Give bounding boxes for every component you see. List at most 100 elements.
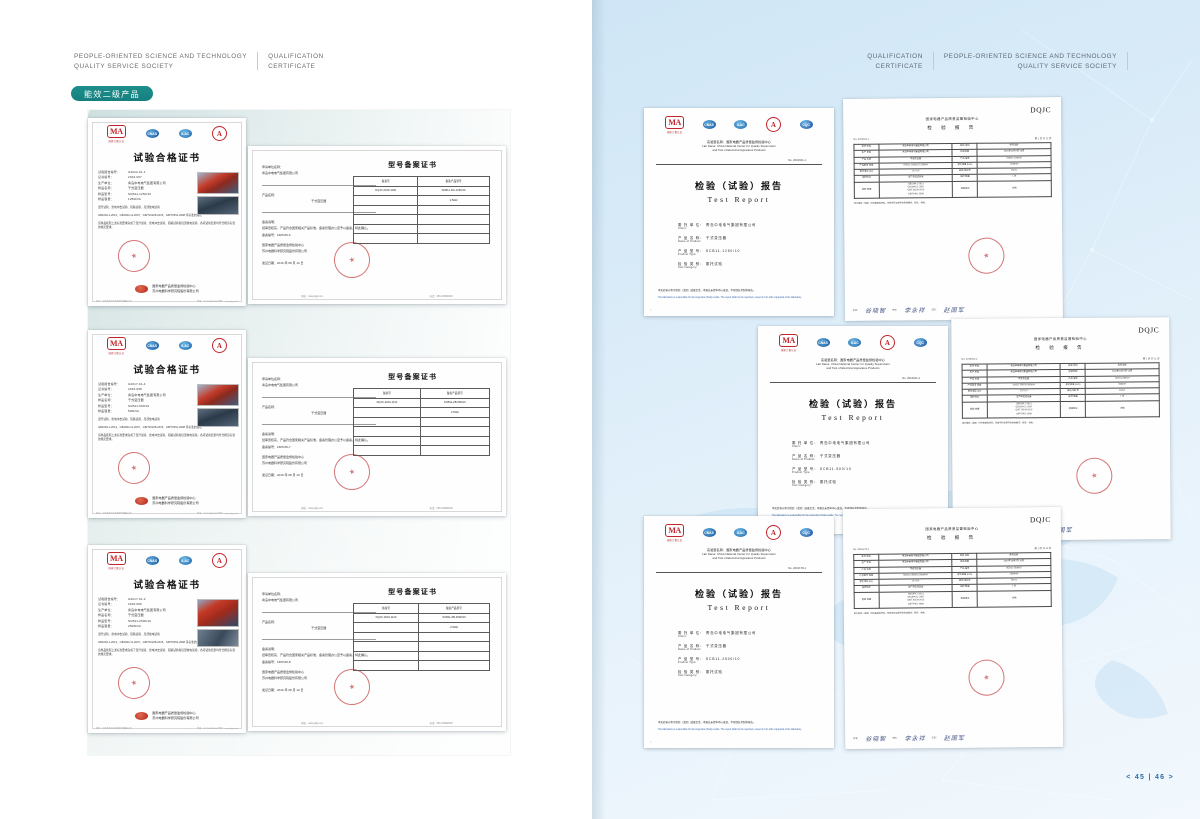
test-report-card[interactable]: MA 国家计量认证 CNAS ILAC A CQC 实验室名称：国家电器产品质量… — [644, 108, 834, 316]
registration-card[interactable]: 申请单位名称： 青岛中电电气集团有限公司 产品名称： 干式变压器 备案说明： 经… — [248, 573, 506, 731]
dqjc-logo: DQJC — [1138, 325, 1160, 335]
report-fields: 委 托 单 位： 青岛中电电气集团有限公司 Client: 产 品 名 称： 干式… — [758, 440, 948, 487]
table-row: DQJC-2016-1110 SCB11-ZB-500/10 — [353, 397, 491, 408]
cqc-globe-logo: CQC — [799, 528, 813, 538]
signature-reviewer: 李永祥 — [904, 736, 926, 743]
lab-name-en-2: and Test of Electrical Apparatus Product… — [712, 557, 766, 561]
report-no: No. 2016041-2 — [961, 357, 978, 361]
cqc-globe-logo: CQC — [799, 120, 813, 130]
report-title: 检验（试验）报告 Test Report — [694, 180, 783, 204]
table-row — [353, 416, 491, 427]
signature-approver: 谷晓智 — [865, 736, 887, 743]
table-row — [353, 223, 490, 234]
header-divider — [257, 52, 259, 70]
inspection-table: 委托 单位 青岛中电电气集团有限公司 检验 类别 委托试验 生产 单位 青岛中电电气集团… — [853, 142, 1052, 199]
brand-line-2: QUALITY SERVICE SOCIETY — [74, 63, 174, 71]
product-photo-front — [197, 598, 239, 627]
product-photos — [197, 383, 239, 429]
report-number: No. 2016178-1 — [656, 567, 822, 573]
header-divider — [932, 52, 934, 70]
report-fields: 委 托 单 位： 青岛中电电气集团有限公司 Client: 产 品 名 称： 干式… — [644, 222, 834, 269]
section-line-2: CERTIFICATE — [875, 63, 923, 71]
cnas-logo: CNAS — [816, 338, 830, 348]
report-fields: 委 托 单 位： 青岛中电电气集团有限公司 Client: 产 品 名 称： 干式… — [644, 630, 834, 677]
certificate-card[interactable]: MA 国家计量认证 CNAS ILAC A 试验合格证书 试验报告编号： G201… — [88, 545, 246, 733]
section-line-2: CERTIFICATE — [268, 63, 316, 71]
certificate-contact: 地址：江苏省苏州市高新区竹园路28号 电话：0512-68090000 网址：w… — [96, 301, 238, 303]
lab-name-en-2: and Test of Electrical Apparatus Product… — [712, 149, 766, 153]
table-row — [353, 650, 491, 661]
issuer-text: 国家电器产品质量监督检验中心 苏州电器科学研究院股份有限公司 — [152, 284, 199, 294]
right-page: QUALIFICATION CERTIFICATE PEOPLE-ORIENTE… — [592, 0, 1200, 819]
right-page-header: QUALIFICATION CERTIFICATE PEOPLE-ORIENTE… — [867, 52, 1138, 73]
page-count: 第 1 页 共 11 页 — [1142, 357, 1160, 361]
test-report-card[interactable]: MA 国家计量认证 CNAS ILAC A CQC 实验室名称：国家电器产品质量… — [644, 516, 834, 748]
registration-footer: 网址：www.jsjky.com 电话：0512-68090000 — [301, 723, 453, 725]
section-text: QUALIFICATION CERTIFICATE — [867, 52, 923, 73]
table-row: 检验 依据 GB1094.1-2013 GB1094.11-2007 GB/T10… — [962, 400, 1160, 419]
lab-name-block: 实验室名称：国家电器产品质量监督检验中心 Lab Name: China Nat… — [644, 140, 834, 154]
table-row: DQJC-2016-1120 SCB11-ZB-2500/10 — [353, 612, 491, 623]
section-line-1: QUALIFICATION — [867, 53, 923, 60]
table-row — [353, 631, 491, 642]
category-badge: 能效二级产品 — [71, 86, 153, 101]
report-page-mark: ① — [650, 310, 652, 312]
section-line-1: QUALIFICATION — [268, 53, 324, 60]
inspection-note: 本次检验（试验）所列各检验项目，所检项目全部符合标准要求，结论：合格。 — [961, 422, 1035, 425]
ilac-logo: ILAC — [848, 338, 862, 348]
inspection-data-sheet[interactable]: DQJC 国家电器产品质量监督检验中心 检 验 报 告 No. 2016041-… — [843, 97, 1063, 321]
report-number: No. 2016041-1 — [656, 159, 822, 165]
registration-table: 备案号 备案产品型号 DQJC-2016-1110 SCB11-ZB-500/10… — [353, 388, 491, 456]
signature-row: 批准： 谷晓智 审核： 李永祥 主检： 赵国军 — [853, 304, 1055, 315]
certification-logos: MA 国家计量认证 CNAS ILAC A CQC — [644, 108, 834, 138]
signature-inspector: 赵国军 — [943, 735, 965, 743]
certificate-contact: 地址：江苏省苏州市高新区竹园路28号 电话：0512-68090000 网址：w… — [96, 728, 238, 730]
table-header-row: 备案号 备案产品型号 — [353, 176, 490, 187]
product-photo-front — [197, 383, 239, 406]
ccc-logo: A — [879, 335, 895, 351]
table-row: 2.5ΩΩ — [353, 407, 491, 418]
registration-card[interactable]: 申请单位名称： 青岛中电电气集团有限公司 产品名称： 干式变压器 备案说明： 经… — [248, 146, 506, 304]
data-sheet-heading: 国家电器产品质量监督检验中心 检 验 报 告 — [925, 526, 979, 541]
report-page-mark: ① — [650, 742, 652, 744]
inspection-data-sheet[interactable]: DQJC 国家电器产品质量监督检验中心 检 验 报 告 No. 2016178-… — [842, 506, 1064, 750]
certificate-card[interactable]: MA 国家计量认证 CNAS ILAC A 试验合格证书 试验报告编号： G202… — [88, 118, 246, 306]
registration-footer: 网址：www.jsjky.com 电话：0512-68090000 — [301, 296, 453, 298]
report-field: 委 托 单 位： 青岛中电电气集团有限公司 Client: — [792, 440, 871, 448]
report-field: 产 品 名 称： 干式变压器 Name of Product: — [792, 453, 841, 461]
left-page: PEOPLE-ORIENTED SCIENCE AND TECHNOLOGY Q… — [0, 0, 592, 819]
dqjc-logo: DQJC — [1029, 514, 1051, 525]
table-row — [353, 435, 491, 446]
product-photos — [197, 171, 239, 217]
product-photo-detail — [197, 195, 239, 215]
cqc-globe-logo: CQC — [913, 338, 927, 348]
product-photo-detail — [197, 628, 239, 647]
section-text: QUALIFICATION CERTIFICATE — [268, 52, 324, 73]
inspection-table: 委托 单位 青岛中电电气集团有限公司 检验 类别 委托试验 生产 单位 青岛中电电气集团… — [962, 362, 1160, 419]
table-row — [353, 426, 491, 437]
data-sheet-heading: 国家电器产品质量监督检验中心 检 验 报 告 — [925, 116, 979, 131]
issuer-emblem — [135, 497, 149, 506]
table-header-row: 备案号 备案产品型号 — [353, 388, 491, 399]
certificate-card[interactable]: MA 国家计量认证 CNAS ILAC A 试验合格证书 试验报告编号： G201… — [88, 330, 246, 518]
registration-card[interactable]: 申请单位名称： 青岛中电电气集团有限公司 产品名称： 干式变压器 备案说明： 经… — [248, 358, 506, 516]
registration-table: 备案号 备案产品型号 DQJC-2016-1100 SCB11-NG-1250/1… — [353, 176, 490, 244]
left-page-header: PEOPLE-ORIENTED SCIENCE AND TECHNOLOGY Q… — [74, 52, 324, 73]
registration-table: 备案号 备案产品型号 DQJC-2016-1120 SCB11-ZB-2500/1… — [353, 603, 491, 671]
table-row — [353, 214, 490, 225]
table-row: 2.5ΩΩ — [353, 622, 491, 633]
certification-logos: MA 国家计量认证 CNAS ILAC A CQC — [758, 326, 948, 356]
lab-name-block: 实验室名称：国家电器产品质量监督检验中心 Lab Name: China Nat… — [644, 548, 834, 562]
data-sheet-heading: 国家电器产品质量监督检验中心 检 验 报 告 — [1033, 336, 1087, 351]
page-number[interactable]: < 45 | 46 > — [1126, 774, 1174, 781]
cma-logo: MA 国家计量认证 — [665, 116, 684, 134]
signature-row: 批准： 谷晓智 审核： 李永祥 主检： 赵国军 — [853, 732, 1055, 743]
certification-logos: MA 国家计量认证 CNAS ILAC A CQC — [644, 516, 834, 546]
issuer-text: 国家电器产品质量监督检验中心 苏州电器科学研究院股份有限公司 — [152, 711, 199, 721]
cnas-logo: CNAS — [702, 120, 716, 130]
report-disclaimer: 本实验室对本次检验（试验）结果负责。本报告未经本中心批准，不得部分复制本报告。 … — [658, 720, 802, 731]
test-report-card[interactable]: MA 国家计量认证 CNAS ILAC A CQC 实验室名称：国家电器产品质量… — [758, 326, 948, 534]
brand-line-1: PEOPLE-ORIENTED SCIENCE AND TECHNOLOGY — [943, 53, 1117, 60]
signature-reviewer: 李永祥 — [904, 308, 926, 315]
table-row — [353, 641, 491, 652]
